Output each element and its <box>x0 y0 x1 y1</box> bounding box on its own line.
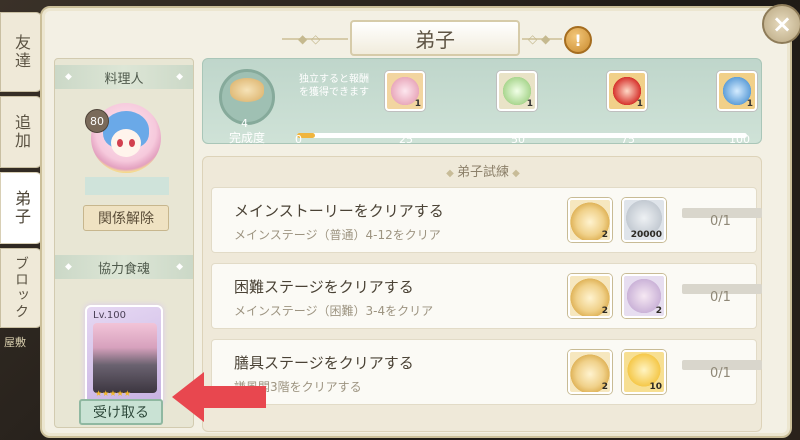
mystery-box-icon[interactable]: 1 <box>717 71 757 111</box>
info-alert-icon[interactable]: ! <box>564 26 592 54</box>
cook-header-label: 料理人 <box>104 71 144 87</box>
completion-hint: 独立すると報酬を獲得できます <box>299 74 369 98</box>
trial-task: メインストーリーをクリアする メインステージ（普通）4-12をクリア 2 200… <box>211 187 762 253</box>
progress-tick: 0 <box>295 133 302 146</box>
chef-face <box>111 129 141 157</box>
tab-add[interactable]: 追加 <box>0 96 42 168</box>
soup-bowl-icon[interactable]: 2 <box>568 198 612 242</box>
silver-coin-icon[interactable]: 20000 <box>622 198 666 242</box>
reward-qty: 20000 <box>630 230 662 240</box>
trial-task: 膳具ステージをクリアする 謙風閣3階をクリアする 2 10 0/1 <box>211 339 762 405</box>
progress-tick: 25 <box>399 133 413 146</box>
task-progress-count: 0/1 <box>710 366 731 381</box>
diamond-ornament-icon: ◆ <box>446 168 457 179</box>
progress-tick: 50 <box>511 133 525 146</box>
page-title-text: 弟子 <box>415 27 455 52</box>
title-ornament-left: ◆ ◇ <box>298 32 321 46</box>
task-description: メインステージ（普通）4-12をクリア <box>234 228 441 242</box>
chef-eye <box>129 139 135 147</box>
card-level: Lv.100 <box>93 310 126 321</box>
milestone-qty: 1 <box>526 99 533 109</box>
diamond-ornament-icon: ◆ <box>176 262 183 272</box>
diamond-ornament-icon: ◆ <box>176 72 183 82</box>
diamond-ornament-icon: ◆ <box>65 262 72 272</box>
title-ornament-right: ◇ ◆ <box>528 32 551 46</box>
milestone-qty: 1 <box>414 99 421 109</box>
milestone-qty: 1 <box>746 99 753 109</box>
food-soul-portrait <box>93 323 157 393</box>
diamond-ornament-icon: ◆ <box>509 168 520 179</box>
reward-qty: 2 <box>655 306 662 316</box>
task-title: メインストーリーをクリアする <box>234 202 444 220</box>
receive-button[interactable]: 受け取る <box>79 399 163 425</box>
soup-bowl-icon[interactable]: 2 <box>568 350 612 394</box>
cook-section-header: ◆ 料理人 ◆ <box>55 65 193 89</box>
task-title: 困難ステージをクリアする <box>234 278 414 296</box>
progress-tick: 100 <box>729 133 750 146</box>
food-soul-header-label: 協力食魂 <box>97 261 150 277</box>
soup-bowl-icon <box>230 78 264 102</box>
trial-task: 困難ステージをクリアする メインステージ（困難）3-4をクリア 2 2 0/1 <box>211 263 762 329</box>
diamond-ornament-icon: ◆ <box>65 72 72 82</box>
card-stars: ★★★★★ <box>95 389 131 398</box>
close-button[interactable]: × <box>762 4 800 44</box>
tab-mansion-label[interactable]: 屋敷 <box>4 334 26 350</box>
tab-disciple[interactable]: 弟子 <box>0 172 42 244</box>
title-bar: ◆ ◇ 弟子 ◇ ◆ ! × <box>42 4 800 62</box>
sweets-icon[interactable]: 2 <box>622 274 666 318</box>
green-gift-box-icon[interactable]: 1 <box>497 71 537 111</box>
chef-name-box <box>85 177 169 195</box>
progress-tick: 75 <box>621 133 635 146</box>
gold-crystal-icon[interactable]: 10 <box>622 350 666 394</box>
completion-label: 完成度 <box>229 131 266 145</box>
disciple-trials: ◆ 弟子試練 ◆ メインストーリーをクリアする メインステージ（普通）4-12を… <box>202 156 762 432</box>
reward-qty: 2 <box>601 306 608 316</box>
reward-qty: 2 <box>601 382 608 392</box>
page-title: 弟子 <box>350 20 520 56</box>
reward-qty: 2 <box>601 230 608 240</box>
task-progress-count: 0/1 <box>710 290 731 305</box>
completion-progress: 4 完成度 独立すると報酬を獲得できます 0 25 50 75 100 1 1 … <box>202 58 762 146</box>
red-arrow-icon <box>172 372 266 422</box>
chef-eye <box>117 139 123 147</box>
soup-bowl-icon[interactable]: 2 <box>568 274 612 318</box>
trials-header-label: 弟子試練 <box>456 165 509 180</box>
side-tabs: 友達 追加 弟子 ブロック 屋敷 <box>0 8 42 438</box>
milestone-qty: 1 <box>636 99 643 109</box>
food-soul-section-header: ◆ 協力食魂 ◆ <box>55 255 193 279</box>
reward-qty: 10 <box>649 382 662 392</box>
unbind-button[interactable]: 関係解除 <box>83 205 169 231</box>
tab-block[interactable]: ブロック <box>0 248 42 328</box>
tab-friends[interactable]: 友達 <box>0 12 42 92</box>
trials-header: ◆ 弟子試練 ◆ <box>383 161 583 185</box>
task-description: メインステージ（困難）3-4をクリア <box>234 304 434 318</box>
chef-level-badge: 80 <box>85 109 109 133</box>
disciple-panel: ◆ ◇ 弟子 ◇ ◆ ! × ◆ 料理人 ◆ 80 関係解除 ◆ 協力食魂 ◆ <box>40 4 800 438</box>
food-soul-card[interactable]: Lv.100 ★★★★★ <box>85 305 163 405</box>
dumplings-icon[interactable]: 1 <box>385 71 425 111</box>
task-progress-count: 0/1 <box>710 214 731 229</box>
close-icon: × <box>771 10 793 38</box>
red-gift-box-icon[interactable]: 1 <box>607 71 647 111</box>
